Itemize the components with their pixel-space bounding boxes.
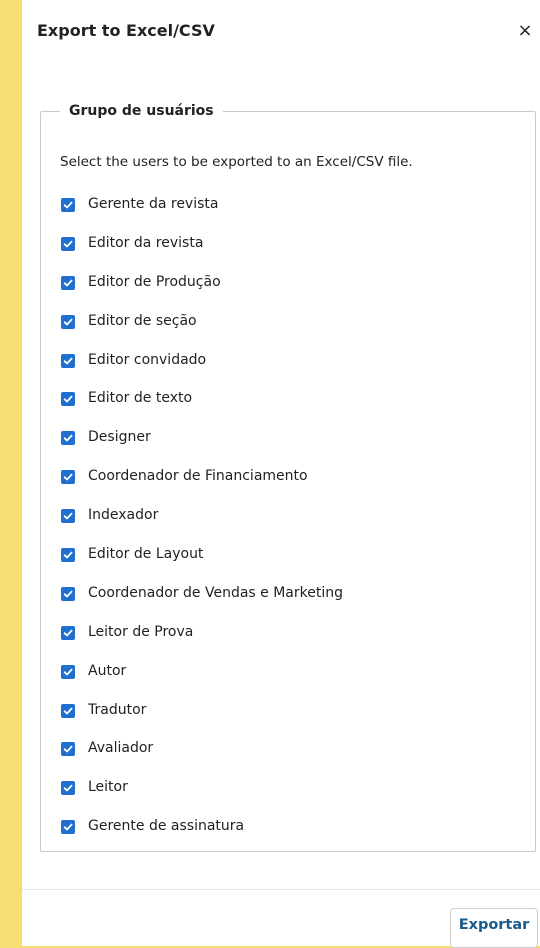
option-label: Leitor: [88, 779, 128, 796]
user-group-option[interactable]: Tradutor: [61, 701, 521, 740]
option-label: Leitor de Prova: [88, 623, 194, 640]
user-group-option[interactable]: Gerente de assinatura: [61, 817, 521, 856]
checkbox[interactable]: [61, 353, 75, 368]
checkmark-icon: [63, 668, 73, 676]
checkbox[interactable]: [61, 314, 75, 329]
checkbox[interactable]: [61, 625, 75, 640]
user-group-option[interactable]: Autor: [61, 662, 521, 701]
dialog-header: Export to Excel/CSV ×: [22, 0, 540, 66]
user-group-option[interactable]: Editor de seção: [61, 312, 521, 351]
option-label: Tradutor: [88, 701, 147, 718]
checkbox[interactable]: [61, 509, 75, 524]
user-group-legend: Grupo de usuários: [69, 103, 214, 119]
checkmark-icon: [63, 240, 73, 248]
checkmark-icon: [63, 785, 73, 792]
checkbox[interactable]: [61, 470, 75, 485]
option-label: Editor da revista: [88, 234, 204, 251]
checkmark-icon: [63, 629, 73, 637]
user-group-option[interactable]: Editor de texto: [61, 389, 521, 428]
checkmark-icon: [63, 279, 73, 287]
checkmark-icon: [63, 396, 73, 403]
checkbox[interactable]: [61, 586, 75, 601]
user-group-description: Select the users to be exported to an Ex…: [60, 154, 413, 170]
user-group-options: Gerente da revista Editor da revista Edito…: [61, 195, 521, 856]
checkbox[interactable]: [61, 198, 75, 212]
checkbox[interactable]: [61, 703, 75, 718]
user-group-option[interactable]: Coordenador de Financiamento: [61, 467, 521, 506]
option-label: Editor de Layout: [88, 546, 204, 563]
export-dialog: Export to Excel/CSV × Grupo de usuários …: [22, 0, 540, 948]
user-group-option[interactable]: Coordenador de Vendas e Marketing: [61, 584, 521, 623]
dialog-title: Export to Excel/CSV: [37, 21, 215, 40]
checkmark-icon: [63, 823, 73, 831]
checkbox[interactable]: [61, 431, 75, 446]
option-label: Gerente de assinatura: [88, 818, 245, 835]
checkmark-icon: [63, 473, 73, 481]
user-group-option[interactable]: Editor da revista: [61, 234, 521, 273]
checkbox[interactable]: [61, 236, 75, 251]
option-label: Designer: [88, 429, 151, 446]
footer-divider: [22, 889, 540, 890]
checkmark-icon: [63, 551, 73, 559]
checkmark-icon: [63, 590, 73, 598]
checkbox[interactable]: [61, 742, 75, 757]
checkbox[interactable]: [61, 275, 75, 290]
close-button[interactable]: ×: [516, 22, 534, 40]
option-label: Editor convidado: [88, 351, 207, 368]
checkbox[interactable]: [61, 781, 75, 796]
checkmark-icon: [63, 707, 73, 714]
checkmark-icon: [63, 318, 73, 326]
option-label: Editor de texto: [88, 390, 193, 407]
checkmark-icon: [63, 512, 73, 520]
checkmark-icon: [63, 201, 73, 209]
option-label: Autor: [88, 662, 127, 679]
option-label: Gerente da revista: [88, 196, 219, 212]
user-group-option[interactable]: Avaliador: [61, 739, 521, 778]
user-group-option[interactable]: Leitor: [61, 778, 521, 817]
option-label: Indexador: [88, 507, 159, 524]
option-label: Coordenador de Vendas e Marketing: [88, 584, 344, 601]
option-label: Coordenador de Financiamento: [88, 468, 308, 485]
option-label: Avaliador: [88, 740, 154, 757]
checkmark-icon: [63, 435, 73, 442]
close-icon: ×: [517, 20, 533, 41]
user-group-option[interactable]: Editor de Layout: [61, 545, 521, 584]
user-group-option[interactable]: Gerente da revista: [61, 195, 521, 234]
user-group-option[interactable]: Indexador: [61, 506, 521, 545]
checkbox[interactable]: [61, 548, 75, 563]
checkmark-icon: [63, 746, 73, 753]
user-group-option[interactable]: Editor de Produção: [61, 273, 521, 312]
user-group-option[interactable]: Designer: [61, 428, 521, 467]
checkmark-icon: [63, 357, 73, 364]
user-group-option[interactable]: Editor convidado: [61, 351, 521, 390]
checkbox[interactable]: [61, 664, 75, 679]
option-label: Editor de Produção: [88, 273, 221, 290]
user-group-option[interactable]: Leitor de Prova: [61, 623, 521, 662]
user-group-fieldset: Grupo de usuários Select the users to be…: [40, 103, 536, 852]
checkbox[interactable]: [61, 820, 75, 835]
option-label: Editor de seção: [88, 312, 197, 329]
export-button[interactable]: Exportar: [450, 908, 538, 948]
checkbox[interactable]: [61, 392, 75, 407]
